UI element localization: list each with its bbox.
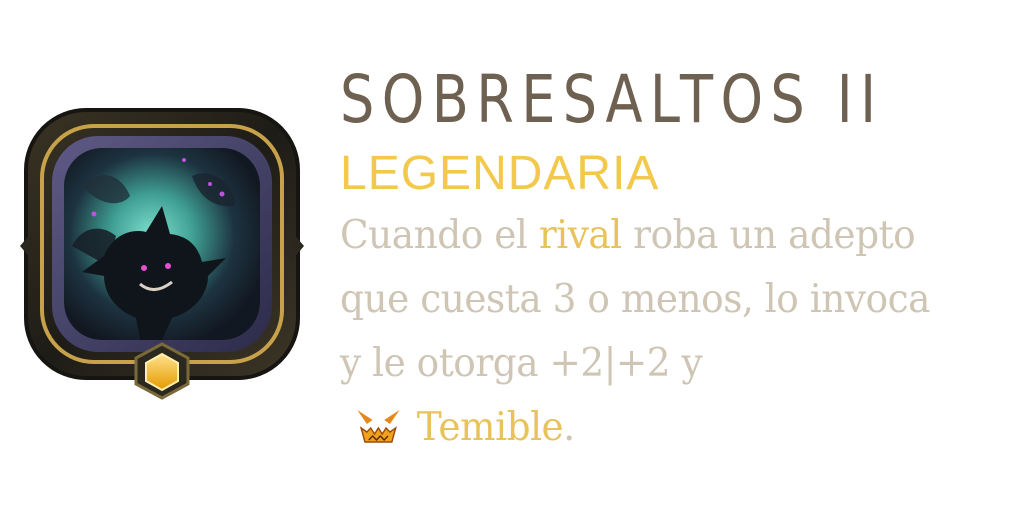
description-text: . xyxy=(563,405,575,450)
description-line-4: Temible. xyxy=(340,396,1012,460)
description-line-2: que cuesta 3 o menos, lo invoca xyxy=(340,277,930,322)
card-text: SOBRESALTOS II LEGENDARIA Cuando el riva… xyxy=(340,56,1010,460)
card-tooltip: SOBRESALTOS II LEGENDARIA Cuando el riva… xyxy=(0,0,1024,512)
card-description: Cuando el rival roba un adepto que cuest… xyxy=(340,204,1012,460)
description-line-1: Cuando el rival roba un adepto xyxy=(340,204,1012,268)
description-line-3: y le otorga +2|+2 y xyxy=(340,341,703,386)
fearsome-icon xyxy=(357,410,400,443)
card-emblem xyxy=(20,108,304,400)
description-text: Cuando el xyxy=(340,213,539,258)
card-title: SOBRESALTOS II xyxy=(340,61,884,138)
rarity-label: LEGENDARIA xyxy=(340,147,660,200)
hexagon-gem-icon xyxy=(134,342,190,400)
keyword-fearsome: Temible xyxy=(416,405,564,450)
keyword-rival: rival xyxy=(538,213,622,258)
description-text: roba un adepto xyxy=(621,213,916,258)
